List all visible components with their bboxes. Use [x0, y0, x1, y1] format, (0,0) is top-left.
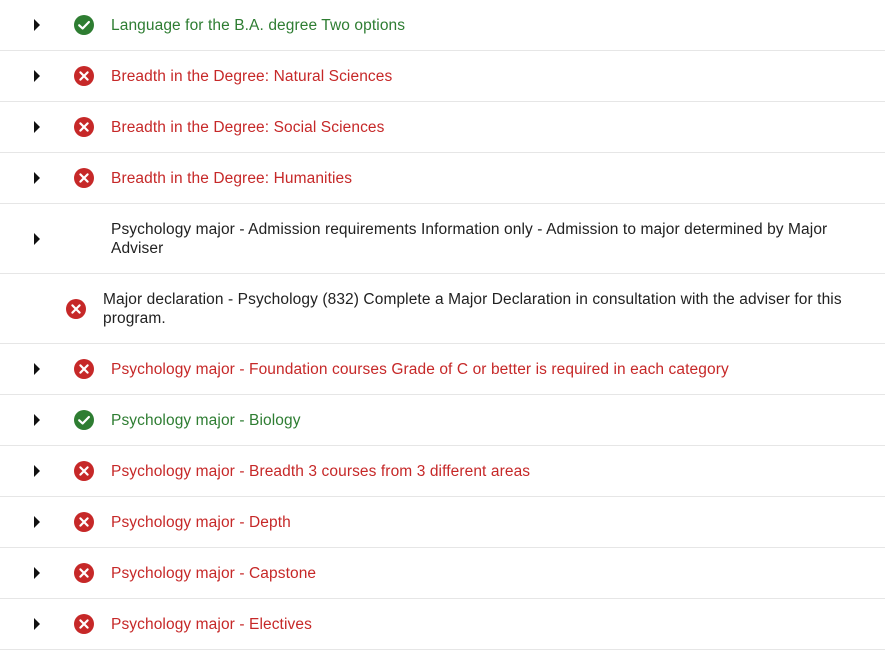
requirement-row[interactable]: Psychology major - Biology	[0, 395, 885, 446]
requirement-label: Breadth in the Degree: Natural Sciences	[111, 67, 393, 85]
check-circle-icon	[73, 14, 95, 36]
requirement-label: Breadth in the Degree: Humanities	[111, 169, 353, 187]
expand-caret-icon[interactable]	[24, 153, 50, 203]
x-circle-icon	[73, 562, 95, 584]
requirement-label: Psychology major - Breadth 3 courses fro…	[111, 462, 531, 480]
requirements-list: Language for the B.A. degree Two options…	[0, 0, 885, 650]
x-circle-icon	[73, 358, 95, 380]
requirement-label: Psychology major - Admission requirement…	[111, 220, 828, 257]
requirement-row[interactable]: Psychology major - Capstone	[0, 548, 885, 599]
requirement-row[interactable]: Psychology major - Electives	[0, 599, 885, 650]
check-circle-icon	[73, 409, 95, 431]
requirement-label: Language for the B.A. degree Two options	[111, 16, 406, 34]
requirement-label: Breadth in the Degree: Social Sciences	[111, 118, 385, 136]
requirement-label: Psychology major - Biology	[111, 411, 301, 429]
requirement-row[interactable]: Language for the B.A. degree Two options	[0, 0, 885, 51]
requirement-label: Psychology major - Electives	[111, 615, 312, 633]
requirement-row[interactable]: Breadth in the Degree: Natural Sciences	[0, 51, 885, 102]
expand-caret-icon[interactable]	[24, 395, 50, 445]
x-circle-icon	[73, 511, 95, 533]
requirement-row[interactable]: Psychology major - Depth	[0, 497, 885, 548]
requirement-row[interactable]: Psychology major - Breadth 3 courses fro…	[0, 446, 885, 497]
expand-caret-icon[interactable]	[24, 446, 50, 496]
expand-caret-icon[interactable]	[24, 102, 50, 152]
x-circle-icon	[65, 298, 87, 320]
x-circle-icon	[73, 460, 95, 482]
requirement-row[interactable]: Breadth in the Degree: Humanities	[0, 153, 885, 204]
requirement-row[interactable]: Psychology major - Foundation courses Gr…	[0, 344, 885, 395]
requirement-label: Psychology major - Foundation courses Gr…	[111, 360, 729, 378]
x-circle-icon	[73, 116, 95, 138]
expand-caret-icon[interactable]	[24, 51, 50, 101]
expand-caret-icon[interactable]	[24, 204, 50, 273]
requirement-label: Major declaration - Psychology (832) Com…	[103, 290, 842, 327]
expand-caret-icon[interactable]	[24, 548, 50, 598]
x-circle-icon	[73, 613, 95, 635]
requirement-label: Psychology major - Depth	[111, 513, 291, 531]
expand-caret-icon[interactable]	[24, 344, 50, 394]
expand-caret-icon[interactable]	[24, 497, 50, 547]
requirement-row[interactable]: Psychology major - Admission requirement…	[0, 204, 885, 274]
requirement-row[interactable]: Major declaration - Psychology (832) Com…	[0, 274, 885, 344]
x-circle-icon	[73, 167, 95, 189]
requirement-label: Psychology major - Capstone	[111, 564, 317, 582]
requirement-row[interactable]: Breadth in the Degree: Social Sciences	[0, 102, 885, 153]
expand-caret-icon[interactable]	[24, 0, 50, 50]
x-circle-icon	[73, 65, 95, 87]
expand-caret-icon[interactable]	[24, 599, 50, 649]
